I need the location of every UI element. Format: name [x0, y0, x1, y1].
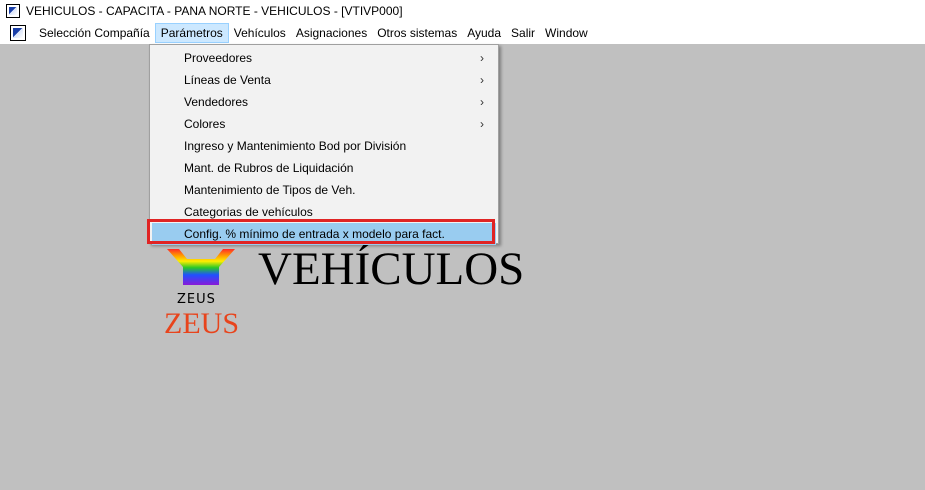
logo-small-text: ZEUS: [177, 292, 216, 307]
chevron-right-icon: ›: [480, 95, 484, 109]
highlight-annotation-box: [147, 219, 495, 244]
chevron-right-icon: ›: [480, 51, 484, 65]
logo-red-text: ZEUS: [164, 307, 239, 340]
dropdown-item-mantenimiento-tipos-veh[interactable]: Mantenimiento de Tipos de Veh.: [152, 179, 496, 201]
app-icon[interactable]: [6, 4, 20, 18]
menu-bar: Selección Compañía Parámetros Vehículos …: [0, 22, 925, 44]
parametros-dropdown: Proveedores › Líneas de Venta › Vendedores…: [149, 44, 499, 245]
title-bar: VEHICULOS - CAPACITA - PANA NORTE - VEHI…: [0, 0, 925, 22]
menu-vehiculos[interactable]: Vehículos: [229, 23, 291, 43]
menu-otros-sistemas[interactable]: Otros sistemas: [372, 23, 462, 43]
menu-seleccion-compania[interactable]: Selección Compañía: [34, 23, 155, 43]
menu-salir[interactable]: Salir: [506, 23, 540, 43]
menu-ayuda[interactable]: Ayuda: [462, 23, 506, 43]
chevron-right-icon: ›: [480, 73, 484, 87]
menu-asignaciones[interactable]: Asignaciones: [291, 23, 372, 43]
dropdown-item-mant-rubros-liquidacion[interactable]: Mant. de Rubros de Liquidación: [152, 157, 496, 179]
dropdown-item-lineas-de-venta[interactable]: Líneas de Venta ›: [152, 69, 496, 91]
app-name-heading: VEHÍCULOS: [258, 243, 525, 295]
mdi-child-icon[interactable]: [10, 25, 26, 41]
dropdown-item-proveedores[interactable]: Proveedores ›: [152, 47, 496, 69]
chevron-right-icon: ›: [480, 117, 484, 131]
dropdown-item-ingreso-mantenimiento-bod[interactable]: Ingreso y Mantenimiento Bod por División: [152, 135, 496, 157]
dropdown-item-vendedores[interactable]: Vendedores ›: [152, 91, 496, 113]
dropdown-item-colores[interactable]: Colores ›: [152, 113, 496, 135]
menu-window[interactable]: Window: [540, 23, 593, 43]
menu-parametros[interactable]: Parámetros: [154, 23, 229, 43]
zeus-logo-icon: [167, 249, 235, 285]
window-title: VEHICULOS - CAPACITA - PANA NORTE - VEHI…: [26, 4, 403, 18]
